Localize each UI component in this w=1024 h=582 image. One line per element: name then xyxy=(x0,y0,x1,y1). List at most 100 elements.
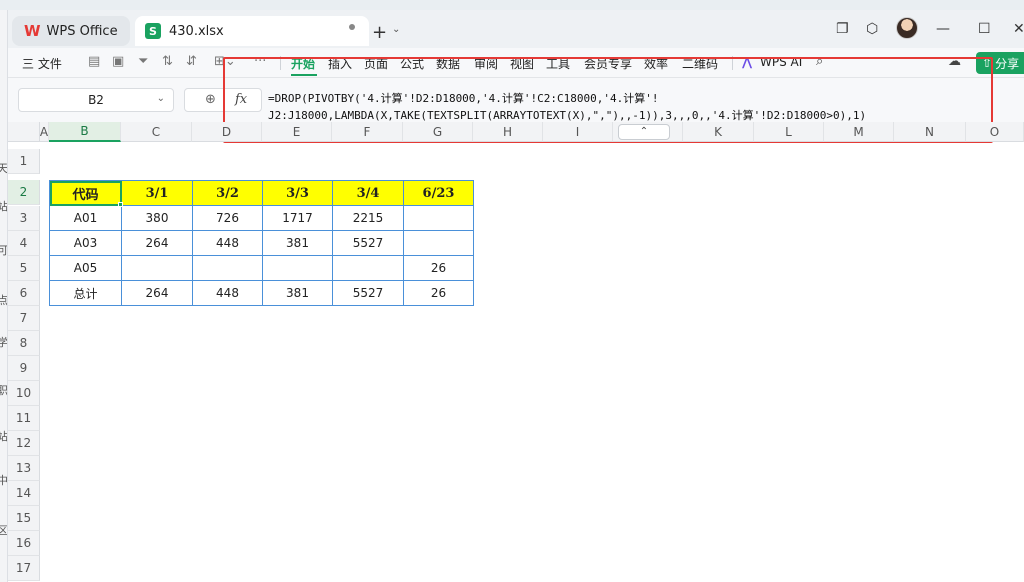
row-header[interactable]: 13 xyxy=(8,456,40,481)
row-header[interactable]: 11 xyxy=(8,406,40,431)
row-header[interactable]: 3 xyxy=(8,206,40,231)
table-cell[interactable] xyxy=(403,205,474,231)
row-header[interactable]: 1 xyxy=(8,149,40,174)
table-cell[interactable]: 380 xyxy=(121,205,193,231)
unsaved-dot-icon[interactable] xyxy=(349,24,355,30)
column-header-a[interactable]: A xyxy=(40,122,49,142)
table-cell[interactable]: 726 xyxy=(192,205,263,231)
row-header[interactable]: 2 xyxy=(8,180,40,205)
table-cell[interactable]: 2215 xyxy=(332,205,404,231)
pivot-result-table: 代码 3/1 3/2 3/3 3/4 6/23 A01 380 726 1717… xyxy=(49,180,474,306)
column-header-f[interactable]: F xyxy=(332,122,403,142)
avatar[interactable] xyxy=(896,17,918,39)
column-header-h[interactable]: H xyxy=(473,122,543,142)
header-cell[interactable]: 代码 xyxy=(49,180,122,206)
header-cell[interactable]: 3/3 xyxy=(262,180,333,206)
maximize-icon[interactable]: ☐ xyxy=(978,21,991,37)
table-cell[interactable]: A03 xyxy=(49,230,122,256)
paste-icon[interactable]: ▣ xyxy=(112,54,124,69)
row-header[interactable]: 8 xyxy=(8,331,40,356)
side-char: 站 xyxy=(0,428,7,444)
table-cell[interactable] xyxy=(262,255,333,281)
table-row: A05 26 xyxy=(49,255,474,281)
tab-label: 430.xlsx xyxy=(169,23,224,39)
column-header-l[interactable]: L xyxy=(754,122,824,142)
side-char: 中 xyxy=(0,472,7,488)
table-cell[interactable]: 5527 xyxy=(332,280,404,306)
side-char: 区 xyxy=(0,522,7,538)
row-header[interactable]: 7 xyxy=(8,306,40,331)
table-cell[interactable] xyxy=(192,255,263,281)
cube-icon[interactable]: ⬡ xyxy=(866,21,878,37)
table-cell[interactable]: 381 xyxy=(262,230,333,256)
row-header[interactable]: 10 xyxy=(8,381,40,406)
header-cell[interactable]: 3/4 xyxy=(332,180,404,206)
collapse-formula-button[interactable]: ⌃ xyxy=(618,124,670,140)
table-cell[interactable]: A01 xyxy=(49,205,122,231)
column-header-k[interactable]: K xyxy=(683,122,754,142)
tab-file[interactable]: S 430.xlsx xyxy=(135,16,369,46)
table-cell[interactable]: 26 xyxy=(403,255,474,281)
chevron-down-icon: ⌄ xyxy=(156,93,165,104)
row-header[interactable]: 17 xyxy=(8,556,40,581)
header-cell[interactable]: 3/2 xyxy=(192,180,263,206)
table-cell[interactable]: 264 xyxy=(121,230,193,256)
table-cell[interactable]: 5527 xyxy=(332,230,404,256)
table-cell[interactable]: 1717 xyxy=(262,205,333,231)
column-header-e[interactable]: E xyxy=(262,122,332,142)
row-header[interactable]: 4 xyxy=(8,231,40,256)
tab-wps-office[interactable]: W WPS Office xyxy=(12,16,130,46)
window-top-strip xyxy=(0,0,1024,10)
row-header[interactable]: 9 xyxy=(8,356,40,381)
side-char: 点 xyxy=(0,292,7,308)
filter-icon[interactable]: ⏷ xyxy=(138,54,148,69)
save-icon[interactable]: ▤ xyxy=(88,54,100,69)
close-icon[interactable]: ✕ xyxy=(1013,21,1024,37)
side-char: 站 xyxy=(0,198,7,214)
table-cell[interactable]: 381 xyxy=(262,280,333,306)
sort-desc-icon[interactable]: ⇵ xyxy=(186,54,197,69)
table-cell[interactable]: 264 xyxy=(121,280,193,306)
menu-file[interactable]: 三 文件 xyxy=(22,55,62,72)
row-header[interactable]: 14 xyxy=(8,481,40,506)
row-header[interactable]: 16 xyxy=(8,531,40,556)
name-box[interactable]: B2 ⌄ xyxy=(18,88,174,112)
sort-asc-icon[interactable]: ⇅ xyxy=(162,54,173,69)
zoom-icon[interactable]: ⊕ xyxy=(205,92,216,107)
column-header-n[interactable]: N xyxy=(894,122,966,142)
table-cell[interactable]: 448 xyxy=(192,280,263,306)
side-char: 可 xyxy=(0,242,7,258)
minimize-icon[interactable]: — xyxy=(936,21,950,37)
window-list-icon[interactable]: ❐ xyxy=(836,21,849,37)
table-cell[interactable] xyxy=(403,230,474,256)
column-header-o[interactable]: O xyxy=(966,122,1024,142)
row-header[interactable]: 15 xyxy=(8,506,40,531)
row-header[interactable]: 5 xyxy=(8,256,40,281)
column-header-i[interactable]: I xyxy=(543,122,613,142)
side-char: 职 xyxy=(0,382,7,398)
side-char: 天 xyxy=(0,160,7,176)
header-cell[interactable]: 3/1 xyxy=(121,180,193,206)
chevron-down-icon[interactable]: ⌄ xyxy=(392,24,400,35)
table-header-row: 代码 3/1 3/2 3/3 3/4 6/23 xyxy=(49,180,474,206)
table-cell[interactable]: 总计 xyxy=(49,280,122,306)
table-cell[interactable]: 26 xyxy=(403,280,474,306)
cell-reference: B2 xyxy=(88,93,104,107)
table-cell[interactable] xyxy=(121,255,193,281)
select-all-corner[interactable] xyxy=(8,122,40,142)
left-side-panel: 天 站 可 点 学 职 站 中 区 xyxy=(0,10,8,582)
table-row: A01 380 726 1717 2215 xyxy=(49,205,474,231)
column-header-m[interactable]: M xyxy=(824,122,894,142)
column-header-d[interactable]: D xyxy=(192,122,262,142)
column-header-g[interactable]: G xyxy=(403,122,473,142)
header-cell[interactable]: 6/23 xyxy=(403,180,474,206)
table-cell[interactable] xyxy=(332,255,404,281)
column-header-c[interactable]: C xyxy=(121,122,192,142)
column-header-b[interactable]: B xyxy=(49,122,121,142)
fill-handle[interactable] xyxy=(118,202,123,207)
table-cell[interactable]: 448 xyxy=(192,230,263,256)
row-header[interactable]: 12 xyxy=(8,431,40,456)
table-cell[interactable]: A05 xyxy=(49,255,122,281)
row-header[interactable]: 6 xyxy=(8,281,40,306)
new-tab-icon[interactable]: + xyxy=(372,22,387,43)
